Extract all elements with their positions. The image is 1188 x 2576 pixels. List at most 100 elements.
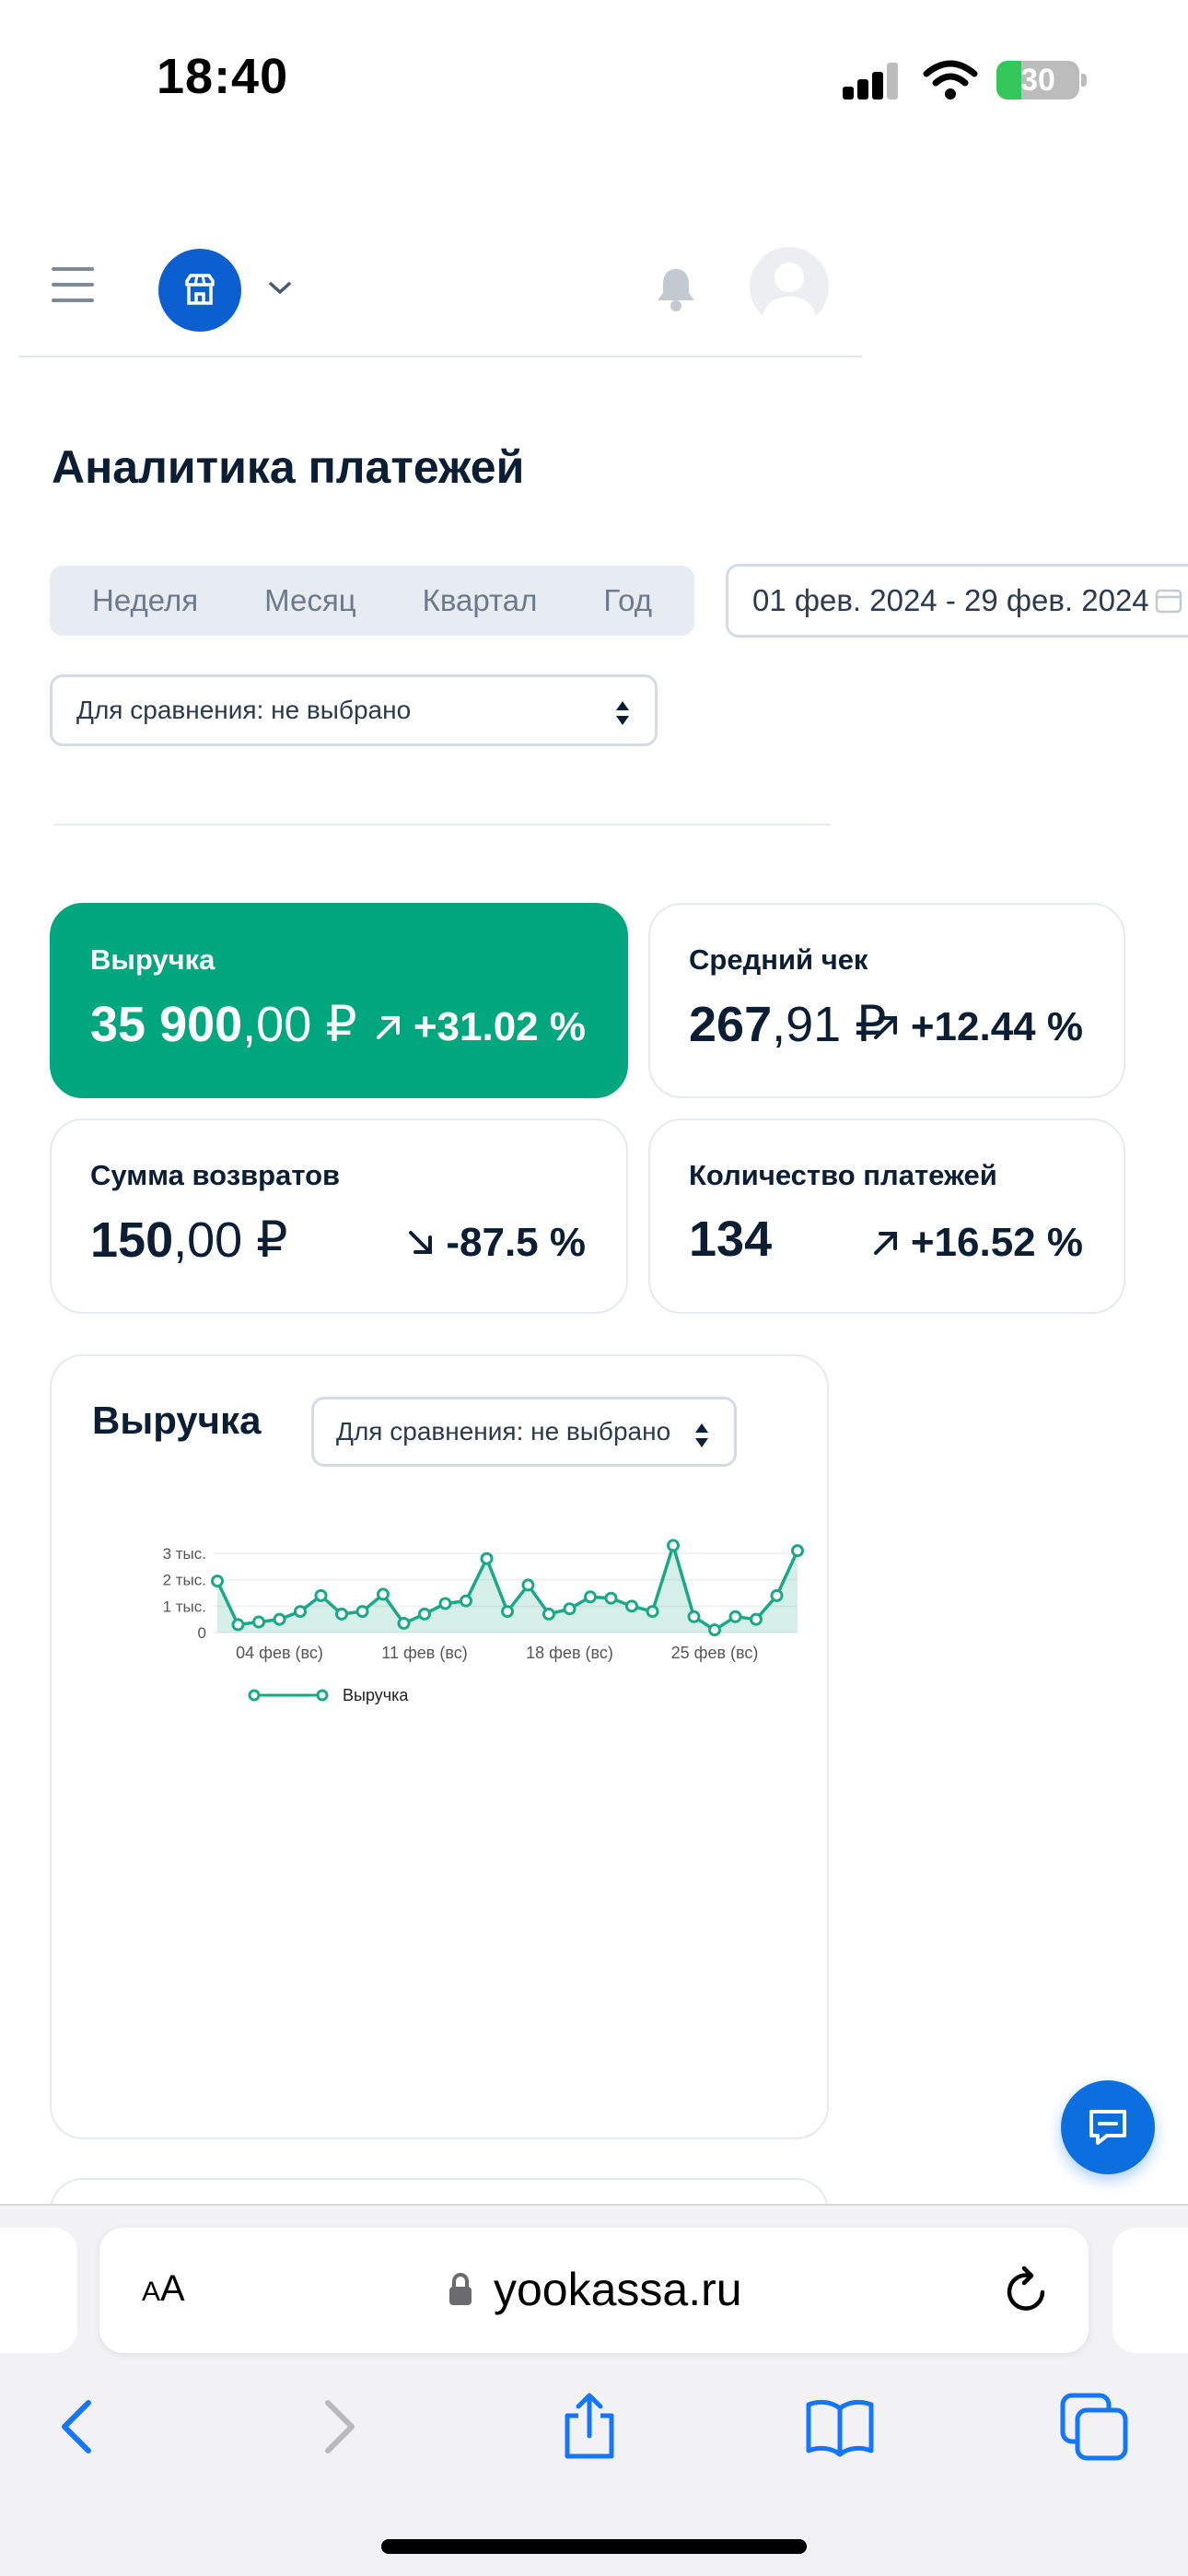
home-indicator [381, 2539, 807, 2554]
data-point [418, 1607, 431, 1621]
data-point [377, 1587, 390, 1601]
data-point [480, 1551, 494, 1565]
compare-select-value: Для сравнения: не выбрано [76, 696, 412, 724]
data-point [314, 1588, 328, 1602]
revenue-chart-card: Выручка Для сравнения: не выбрано 0 1 тыс… [50, 1354, 829, 2139]
x-tick-label: 04 фев (вс) [236, 1644, 323, 1662]
battery-icon: 30 [996, 61, 1079, 100]
kpi-card-revenue[interactable]: Выручка 35 900,00 ₽ +31.02 % [50, 903, 628, 1098]
forward-icon[interactable] [300, 2390, 374, 2464]
previous-tab[interactable] [0, 2228, 77, 2353]
period-year[interactable]: Год [603, 583, 652, 618]
kpi-card-average-check[interactable]: Средний чек 267,91 ₽ +12.44 % [648, 903, 1125, 1098]
page-title: Аналитика платежей [52, 441, 525, 493]
compare-select[interactable]: Для сравнения: не выбрано [50, 674, 658, 746]
data-point [252, 1615, 265, 1629]
data-point [667, 1539, 680, 1552]
back-icon[interactable] [42, 2390, 116, 2464]
data-point [584, 1590, 597, 1604]
period-quarter[interactable]: Квартал [423, 583, 538, 618]
data-point [231, 1618, 245, 1632]
status-time: 18:40 [157, 49, 289, 104]
chat-icon [1089, 2110, 1126, 2145]
kpi-value: 134 [689, 1212, 773, 1267]
shop-switcher[interactable] [158, 249, 241, 332]
y-tick-label: 0 [198, 1624, 206, 1642]
kpi-trend: +31.02 % [373, 1004, 586, 1050]
y-tick-label: 2 тыс. [163, 1572, 206, 1589]
kpi-value: 267,91 ₽ [689, 997, 887, 1052]
arrow-up-right-icon [376, 1016, 400, 1039]
url-text: yookassa.ru [494, 2264, 742, 2315]
kpi-value: 35 900,00 ₽ [90, 997, 357, 1052]
data-point [294, 1605, 307, 1619]
x-tick-label: 11 фев (вс) [381, 1644, 467, 1662]
data-point [355, 1605, 369, 1619]
data-point [335, 1607, 348, 1621]
header-divider [18, 356, 862, 357]
kpi-trend: +16.52 % [870, 1220, 1083, 1266]
data-point [604, 1591, 618, 1605]
sort-arrows-icon [616, 701, 629, 725]
data-point [687, 1610, 701, 1623]
data-point [770, 1588, 784, 1602]
next-tab[interactable] [1112, 2228, 1188, 2353]
address-bar[interactable]: AA yookassa.ru [99, 2228, 1089, 2353]
sort-arrows-icon [695, 1423, 708, 1447]
arrow-down-right-icon [409, 1231, 433, 1254]
kpi-label: Количество платежей [689, 1159, 997, 1191]
chart-compare-select[interactable]: Для сравнения: не выбрано [311, 1397, 737, 1467]
chart-title: Выручка [92, 1399, 262, 1442]
kpi-label: Средний чек [689, 943, 868, 976]
period-week[interactable]: Неделя [92, 583, 198, 618]
tabs-icon[interactable] [1057, 2390, 1131, 2464]
data-point [273, 1612, 286, 1626]
arrow-up-right-icon [873, 1016, 897, 1039]
data-point [646, 1605, 659, 1619]
data-point [625, 1599, 638, 1613]
chart-compare-value: Для сравнения: не выбрано [336, 1417, 671, 1446]
data-point [501, 1605, 514, 1619]
data-point [563, 1602, 577, 1616]
bookmarks-icon[interactable] [803, 2390, 877, 2464]
revenue-chart: 0 1 тыс. 2 тыс. 3 тыс. 04 фев (вс) 11 фев (вс… [163, 1539, 804, 1704]
date-range-value: 01 фев. 2024 - 29 фев. 2024 [752, 583, 1149, 617]
reader-settings-button[interactable]: AA [142, 2268, 185, 2310]
user-icon [761, 263, 818, 326]
battery-tip [1081, 74, 1087, 87]
user-avatar[interactable] [750, 247, 829, 326]
kpi-value: 150,00 ₽ [90, 1212, 288, 1268]
legend-marker [316, 1689, 329, 1702]
bell-icon[interactable] [650, 263, 702, 315]
chat-button[interactable] [1061, 2080, 1155, 2174]
period-segmented-control: Неделя Месяц Квартал Год [50, 566, 694, 636]
kpi-label: Сумма возвратов [90, 1159, 341, 1191]
cellular-signal-icon [843, 63, 900, 100]
date-range-picker[interactable]: 01 фев. 2024 - 29 фев. 2024 [726, 564, 1188, 638]
kpi-card-refunds[interactable]: Сумма возвратов 150,00 ₽ -87.5 % [50, 1118, 628, 1314]
data-point [708, 1623, 721, 1637]
data-point [521, 1578, 535, 1592]
data-point [211, 1575, 224, 1588]
kpi-trend: -87.5 % [405, 1220, 586, 1266]
chevron-down-icon[interactable] [267, 276, 293, 299]
kpi-label: Выручка [90, 943, 215, 976]
x-tick-label: 25 фев (вс) [671, 1644, 759, 1662]
share-icon[interactable] [553, 2390, 626, 2464]
calendar-icon[interactable] [1155, 586, 1182, 614]
reload-icon[interactable] [1002, 2265, 1052, 2316]
legend-label: Выручка [343, 1686, 409, 1704]
data-point [438, 1597, 452, 1610]
kpi-card-payments-count[interactable]: Количество платежей 134 +16.52 % [648, 1118, 1125, 1314]
data-point [542, 1607, 555, 1621]
series-area [217, 1545, 798, 1633]
hamburger-icon[interactable] [52, 267, 94, 304]
data-point [397, 1616, 411, 1630]
data-point [750, 1612, 763, 1626]
battery-level: 30 [1020, 63, 1055, 98]
period-month[interactable]: Месяц [264, 583, 355, 618]
data-point [728, 1610, 742, 1623]
data-point [460, 1594, 472, 1608]
arrow-up-right-icon [873, 1232, 897, 1255]
filters-divider [53, 824, 831, 825]
